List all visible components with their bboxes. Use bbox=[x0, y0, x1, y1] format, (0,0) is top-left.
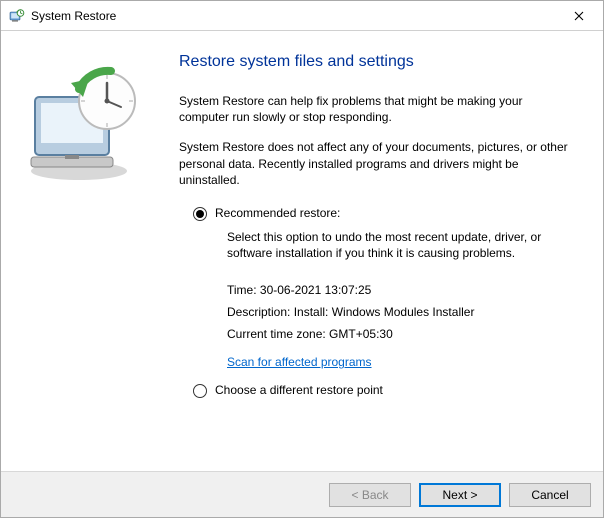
cancel-button[interactable]: Cancel bbox=[509, 483, 591, 507]
scan-affected-programs-link[interactable]: Scan for affected programs bbox=[227, 355, 372, 369]
wizard-footer: < Back Next > Cancel bbox=[1, 471, 603, 517]
page-heading: Restore system files and settings bbox=[179, 53, 575, 71]
restore-description: Description: Install: Windows Modules In… bbox=[227, 305, 575, 319]
recommended-restore-label: Recommended restore: bbox=[215, 206, 340, 220]
close-button[interactable] bbox=[557, 2, 601, 30]
radio-icon bbox=[193, 207, 207, 221]
system-restore-icon bbox=[9, 8, 25, 24]
restore-time: Time: 30-06-2021 13:07:25 bbox=[227, 283, 575, 297]
radio-icon bbox=[193, 384, 207, 398]
intro-paragraph-2: System Restore does not affect any of yo… bbox=[179, 139, 575, 188]
restore-timezone: Current time zone: GMT+05:30 bbox=[227, 327, 575, 341]
different-restore-point-label: Choose a different restore point bbox=[215, 383, 383, 397]
back-button: < Back bbox=[329, 483, 411, 507]
titlebar: System Restore bbox=[1, 1, 603, 31]
different-restore-point-radio[interactable]: Choose a different restore point bbox=[179, 383, 575, 398]
restore-options: Recommended restore: Select this option … bbox=[179, 206, 575, 398]
recommended-restore-description: Select this option to undo the most rece… bbox=[227, 229, 575, 261]
side-panel bbox=[1, 31, 161, 471]
recommended-restore-radio[interactable]: Recommended restore: bbox=[179, 206, 575, 221]
main-panel: Restore system files and settings System… bbox=[161, 31, 603, 471]
window-title: System Restore bbox=[31, 9, 557, 23]
restore-point-details: Time: 30-06-2021 13:07:25 Description: I… bbox=[227, 283, 575, 369]
wizard-content: Restore system files and settings System… bbox=[1, 31, 603, 471]
intro-paragraph-1: System Restore can help fix problems tha… bbox=[179, 93, 575, 125]
restore-illustration bbox=[21, 61, 151, 191]
next-button[interactable]: Next > bbox=[419, 483, 501, 507]
